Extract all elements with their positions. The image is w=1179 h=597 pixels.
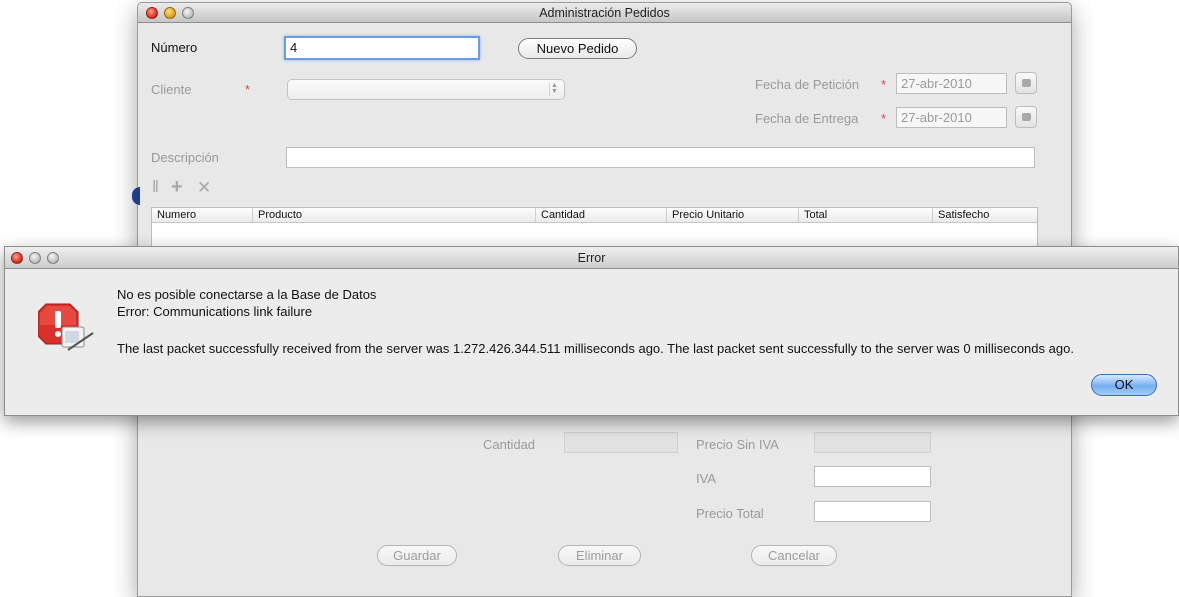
numero-input[interactable]: 4 bbox=[284, 36, 480, 60]
precio-total-input[interactable] bbox=[814, 501, 931, 522]
cantidad-label: Cantidad bbox=[483, 437, 536, 452]
precio-sin-iva-input[interactable] bbox=[814, 432, 931, 453]
ok-button[interactable]: OK bbox=[1091, 374, 1157, 396]
column-header-numero[interactable]: Numero bbox=[152, 208, 253, 222]
eliminar-button[interactable]: Eliminar bbox=[558, 545, 641, 566]
calendar-entrega-button[interactable] bbox=[1015, 106, 1037, 128]
error-message-line1: No es posible conectarse a la Base de Da… bbox=[117, 287, 377, 302]
close-icon[interactable] bbox=[146, 7, 158, 19]
remove-row-icon[interactable]: ✕ bbox=[197, 178, 211, 198]
descripcion-input[interactable] bbox=[286, 147, 1035, 168]
cliente-required-mark: * bbox=[245, 82, 251, 97]
column-header-satisfecho[interactable]: Satisfecho bbox=[933, 208, 1037, 222]
fecha-peticion-label: Fecha de Petición bbox=[755, 77, 860, 92]
fecha-peticion-input[interactable]: 27-abr-2010 bbox=[896, 73, 1007, 94]
main-window-titlebar: Administración Pedidos bbox=[138, 3, 1071, 23]
cancelar-button[interactable]: Cancelar bbox=[751, 545, 837, 566]
fecha-peticion-required-mark: * bbox=[881, 77, 887, 92]
error-dialog: Error No es posible conectarse a la Base… bbox=[4, 246, 1179, 416]
dialog-window-controls bbox=[11, 252, 59, 264]
numero-label: Número bbox=[151, 40, 198, 55]
table-header: Numero Producto Cantidad Precio Unitario… bbox=[152, 208, 1037, 223]
add-row-icon[interactable]: + bbox=[171, 176, 183, 199]
cliente-select[interactable]: ▲ ▼ bbox=[287, 79, 565, 100]
column-header-cantidad[interactable]: Cantidad bbox=[536, 208, 667, 222]
close-icon[interactable] bbox=[11, 252, 23, 264]
iva-label: IVA bbox=[696, 471, 716, 486]
error-message-line2: Error: Communications link failure bbox=[117, 304, 313, 319]
stop-alert-icon bbox=[38, 303, 94, 351]
calendar-icon bbox=[1022, 113, 1031, 121]
nuevo-pedido-button[interactable]: Nuevo Pedido bbox=[518, 38, 637, 59]
toolbar-separator-icon: ‖ bbox=[152, 177, 160, 196]
zoom-icon[interactable] bbox=[47, 252, 59, 264]
cantidad-input[interactable] bbox=[564, 432, 678, 453]
select-arrows-icon: ▲ ▼ bbox=[549, 82, 559, 96]
precio-sin-iva-label: Precio Sin IVA bbox=[696, 437, 779, 452]
fecha-entrega-input[interactable]: 27-abr-2010 bbox=[896, 107, 1007, 128]
iva-input[interactable] bbox=[814, 466, 931, 487]
calendar-peticion-button[interactable] bbox=[1015, 72, 1037, 94]
error-dialog-titlebar: Error bbox=[5, 247, 1178, 269]
window-controls bbox=[146, 7, 194, 19]
column-header-total[interactable]: Total bbox=[799, 208, 933, 222]
column-header-producto[interactable]: Producto bbox=[253, 208, 536, 222]
minimize-icon[interactable] bbox=[164, 7, 176, 19]
calendar-icon bbox=[1022, 79, 1031, 87]
precio-total-label: Precio Total bbox=[696, 506, 764, 521]
fecha-entrega-label: Fecha de Entrega bbox=[755, 111, 859, 126]
guardar-button[interactable]: Guardar bbox=[377, 545, 457, 566]
cliente-label: Cliente bbox=[151, 82, 192, 97]
focus-ring-edge bbox=[132, 187, 140, 205]
error-dialog-title: Error bbox=[577, 251, 606, 265]
descripcion-label: Descripción bbox=[151, 150, 219, 165]
fecha-entrega-required-mark: * bbox=[881, 111, 887, 126]
minimize-icon[interactable] bbox=[29, 252, 41, 264]
error-message-line3: The last packet successfully received fr… bbox=[117, 341, 1074, 356]
column-header-precio-unitario[interactable]: Precio Unitario bbox=[667, 208, 799, 222]
zoom-icon[interactable] bbox=[182, 7, 194, 19]
window-title: Administración Pedidos bbox=[539, 6, 670, 20]
